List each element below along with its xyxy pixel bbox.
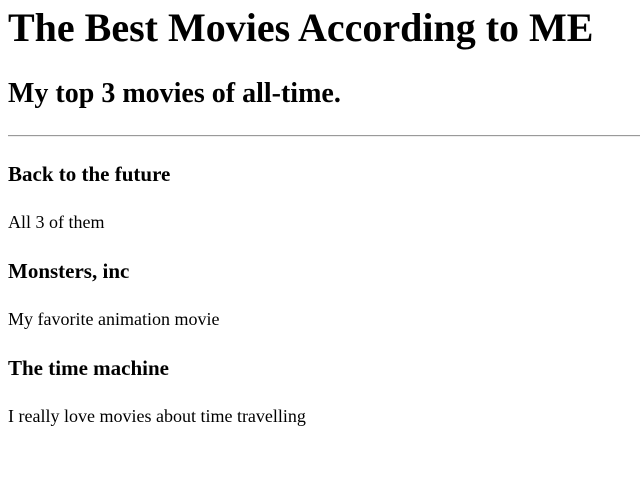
movie-description-back-to-the-future: All 3 of them — [8, 212, 105, 232]
movie-description-monsters-inc: My favorite animation movie — [8, 309, 220, 329]
divider — [8, 135, 640, 137]
movie-title-the-time-machine: The time machine — [8, 356, 169, 380]
page-subtitle: My top 3 movies of all-time. — [8, 78, 341, 109]
movie-title-monsters-inc: Monsters, inc — [8, 259, 130, 283]
page-title: The Best Movies According to ME — [8, 5, 594, 50]
movie-title-back-to-the-future: Back to the future — [8, 162, 171, 186]
movie-description-the-time-machine: I really love movies about time travelli… — [8, 406, 306, 426]
page: The Best Movies According to ME My top 3… — [0, 0, 640, 480]
